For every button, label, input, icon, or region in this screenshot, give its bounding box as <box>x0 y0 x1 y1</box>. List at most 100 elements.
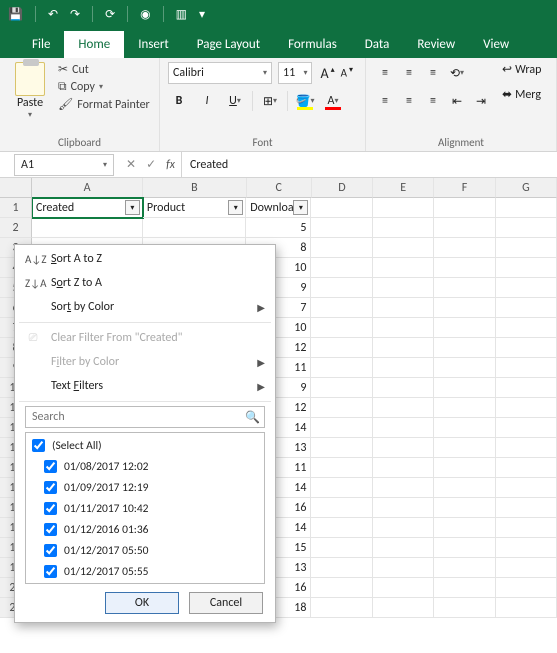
cell[interactable] <box>496 498 557 518</box>
cell[interactable] <box>373 298 434 318</box>
cell[interactable] <box>434 238 495 258</box>
filter-value-item[interactable]: 01/09/2017 12:19 <box>28 477 262 498</box>
cell[interactable] <box>311 198 372 218</box>
cell[interactable] <box>434 418 495 438</box>
cell[interactable] <box>373 438 434 458</box>
cell[interactable] <box>311 358 372 378</box>
cell[interactable] <box>373 518 434 538</box>
fx-icon[interactable]: fx <box>166 158 175 172</box>
font-color-button[interactable]: A▾ <box>322 90 344 112</box>
cell[interactable] <box>434 438 495 458</box>
cell[interactable] <box>373 478 434 498</box>
cell[interactable]: Downloa▾ <box>246 198 311 218</box>
cell[interactable] <box>373 498 434 518</box>
cell[interactable] <box>311 258 372 278</box>
cell[interactable] <box>373 238 434 258</box>
align-middle-button[interactable]: ≡ <box>398 62 420 84</box>
cancel-button[interactable]: Cancel <box>189 592 263 614</box>
sort-az-item[interactable]: A↓Z SSort A to Zort A to Z <box>15 247 275 271</box>
cell[interactable] <box>373 218 434 238</box>
column-header[interactable]: G <box>496 178 557 198</box>
cell[interactable] <box>373 558 434 578</box>
orientation-button[interactable]: ⟲▾ <box>446 62 468 84</box>
cell[interactable] <box>434 358 495 378</box>
row-header[interactable]: 2 <box>0 218 32 238</box>
underline-button[interactable]: U▾ <box>224 90 246 112</box>
cell[interactable] <box>434 258 495 278</box>
row-header[interactable]: 1 <box>0 198 32 218</box>
cell[interactable] <box>496 578 557 598</box>
font-size-combo[interactable]: 11 ▾ <box>278 62 312 84</box>
filter-value-item[interactable]: 01/12/2017 05:50 <box>28 540 262 561</box>
wrap-text-button[interactable]: ↩ Wrap <box>502 62 541 77</box>
align-bottom-button[interactable]: ≡ <box>422 62 444 84</box>
cell[interactable] <box>373 198 434 218</box>
cell[interactable] <box>496 278 557 298</box>
cell[interactable] <box>311 278 372 298</box>
increase-indent-button[interactable]: ⇥ <box>470 90 492 112</box>
cell[interactable] <box>434 398 495 418</box>
column-header[interactable]: A <box>32 178 143 198</box>
cell[interactable] <box>496 398 557 418</box>
cell[interactable] <box>496 518 557 538</box>
cell[interactable]: 5 <box>246 218 311 238</box>
cell[interactable] <box>434 318 495 338</box>
cell[interactable] <box>373 338 434 358</box>
filter-search-box[interactable]: 🔍 <box>25 406 265 428</box>
cell[interactable] <box>143 218 246 238</box>
cell[interactable] <box>311 378 372 398</box>
qat-more-icon[interactable]: ▾ <box>199 7 205 22</box>
cell[interactable] <box>311 318 372 338</box>
cell[interactable]: Created▾ <box>32 198 143 218</box>
filter-checkbox[interactable] <box>44 481 57 494</box>
cell[interactable] <box>311 298 372 318</box>
cell[interactable] <box>434 538 495 558</box>
cell[interactable] <box>373 398 434 418</box>
fill-color-button[interactable]: 🪣▾ <box>294 90 316 112</box>
cell[interactable] <box>311 598 372 618</box>
tab-pagelayout[interactable]: Page Layout <box>183 31 274 58</box>
cell[interactable] <box>434 518 495 538</box>
cell[interactable] <box>496 318 557 338</box>
filter-dropdown-button[interactable]: ▾ <box>293 200 308 215</box>
cell[interactable] <box>311 438 372 458</box>
cell[interactable] <box>434 378 495 398</box>
bold-button[interactable]: B <box>168 90 190 112</box>
filter-checkbox[interactable] <box>44 544 57 557</box>
cell[interactable] <box>496 298 557 318</box>
column-header[interactable]: D <box>312 178 373 198</box>
filter-value-item[interactable]: 01/12/2016 01:36 <box>28 519 262 540</box>
column-header[interactable]: C <box>247 178 312 198</box>
cell[interactable] <box>32 218 143 238</box>
cell[interactable] <box>311 578 372 598</box>
cell[interactable] <box>311 538 372 558</box>
undo-icon[interactable]: ↶ <box>48 7 58 22</box>
filter-dropdown-button[interactable]: ▾ <box>228 200 243 215</box>
cell[interactable] <box>496 418 557 438</box>
columns-icon[interactable]: ▥ <box>176 7 187 22</box>
filter-checkbox[interactable] <box>44 460 57 473</box>
cell[interactable] <box>311 458 372 478</box>
cell[interactable] <box>373 598 434 618</box>
cell[interactable] <box>434 218 495 238</box>
filter-value-item[interactable]: 02/03/2017 08:14 <box>28 582 262 584</box>
cell[interactable] <box>373 458 434 478</box>
filter-value-item[interactable]: 01/12/2017 05:55 <box>28 561 262 582</box>
filter-checkbox[interactable] <box>44 523 57 536</box>
filter-values-list[interactable]: (Select All)01/08/2017 12:0201/09/2017 1… <box>25 432 265 584</box>
filter-value-item[interactable]: 01/08/2017 12:02 <box>28 456 262 477</box>
badge-icon[interactable]: ◉ <box>140 7 150 22</box>
cell[interactable] <box>496 458 557 478</box>
tab-formulas[interactable]: Formulas <box>274 31 351 58</box>
grow-font-button[interactable]: A▴ <box>318 65 338 82</box>
cell[interactable] <box>311 478 372 498</box>
cell[interactable] <box>434 478 495 498</box>
decrease-indent-button[interactable]: ⇤ <box>446 90 468 112</box>
formula-input[interactable]: Created <box>181 152 557 178</box>
filter-checkbox[interactable] <box>44 502 57 515</box>
cell[interactable] <box>496 598 557 618</box>
cell[interactable] <box>434 338 495 358</box>
tab-home[interactable]: Home <box>64 31 124 58</box>
align-left-button[interactable]: ≡ <box>374 90 396 112</box>
cell[interactable] <box>373 318 434 338</box>
